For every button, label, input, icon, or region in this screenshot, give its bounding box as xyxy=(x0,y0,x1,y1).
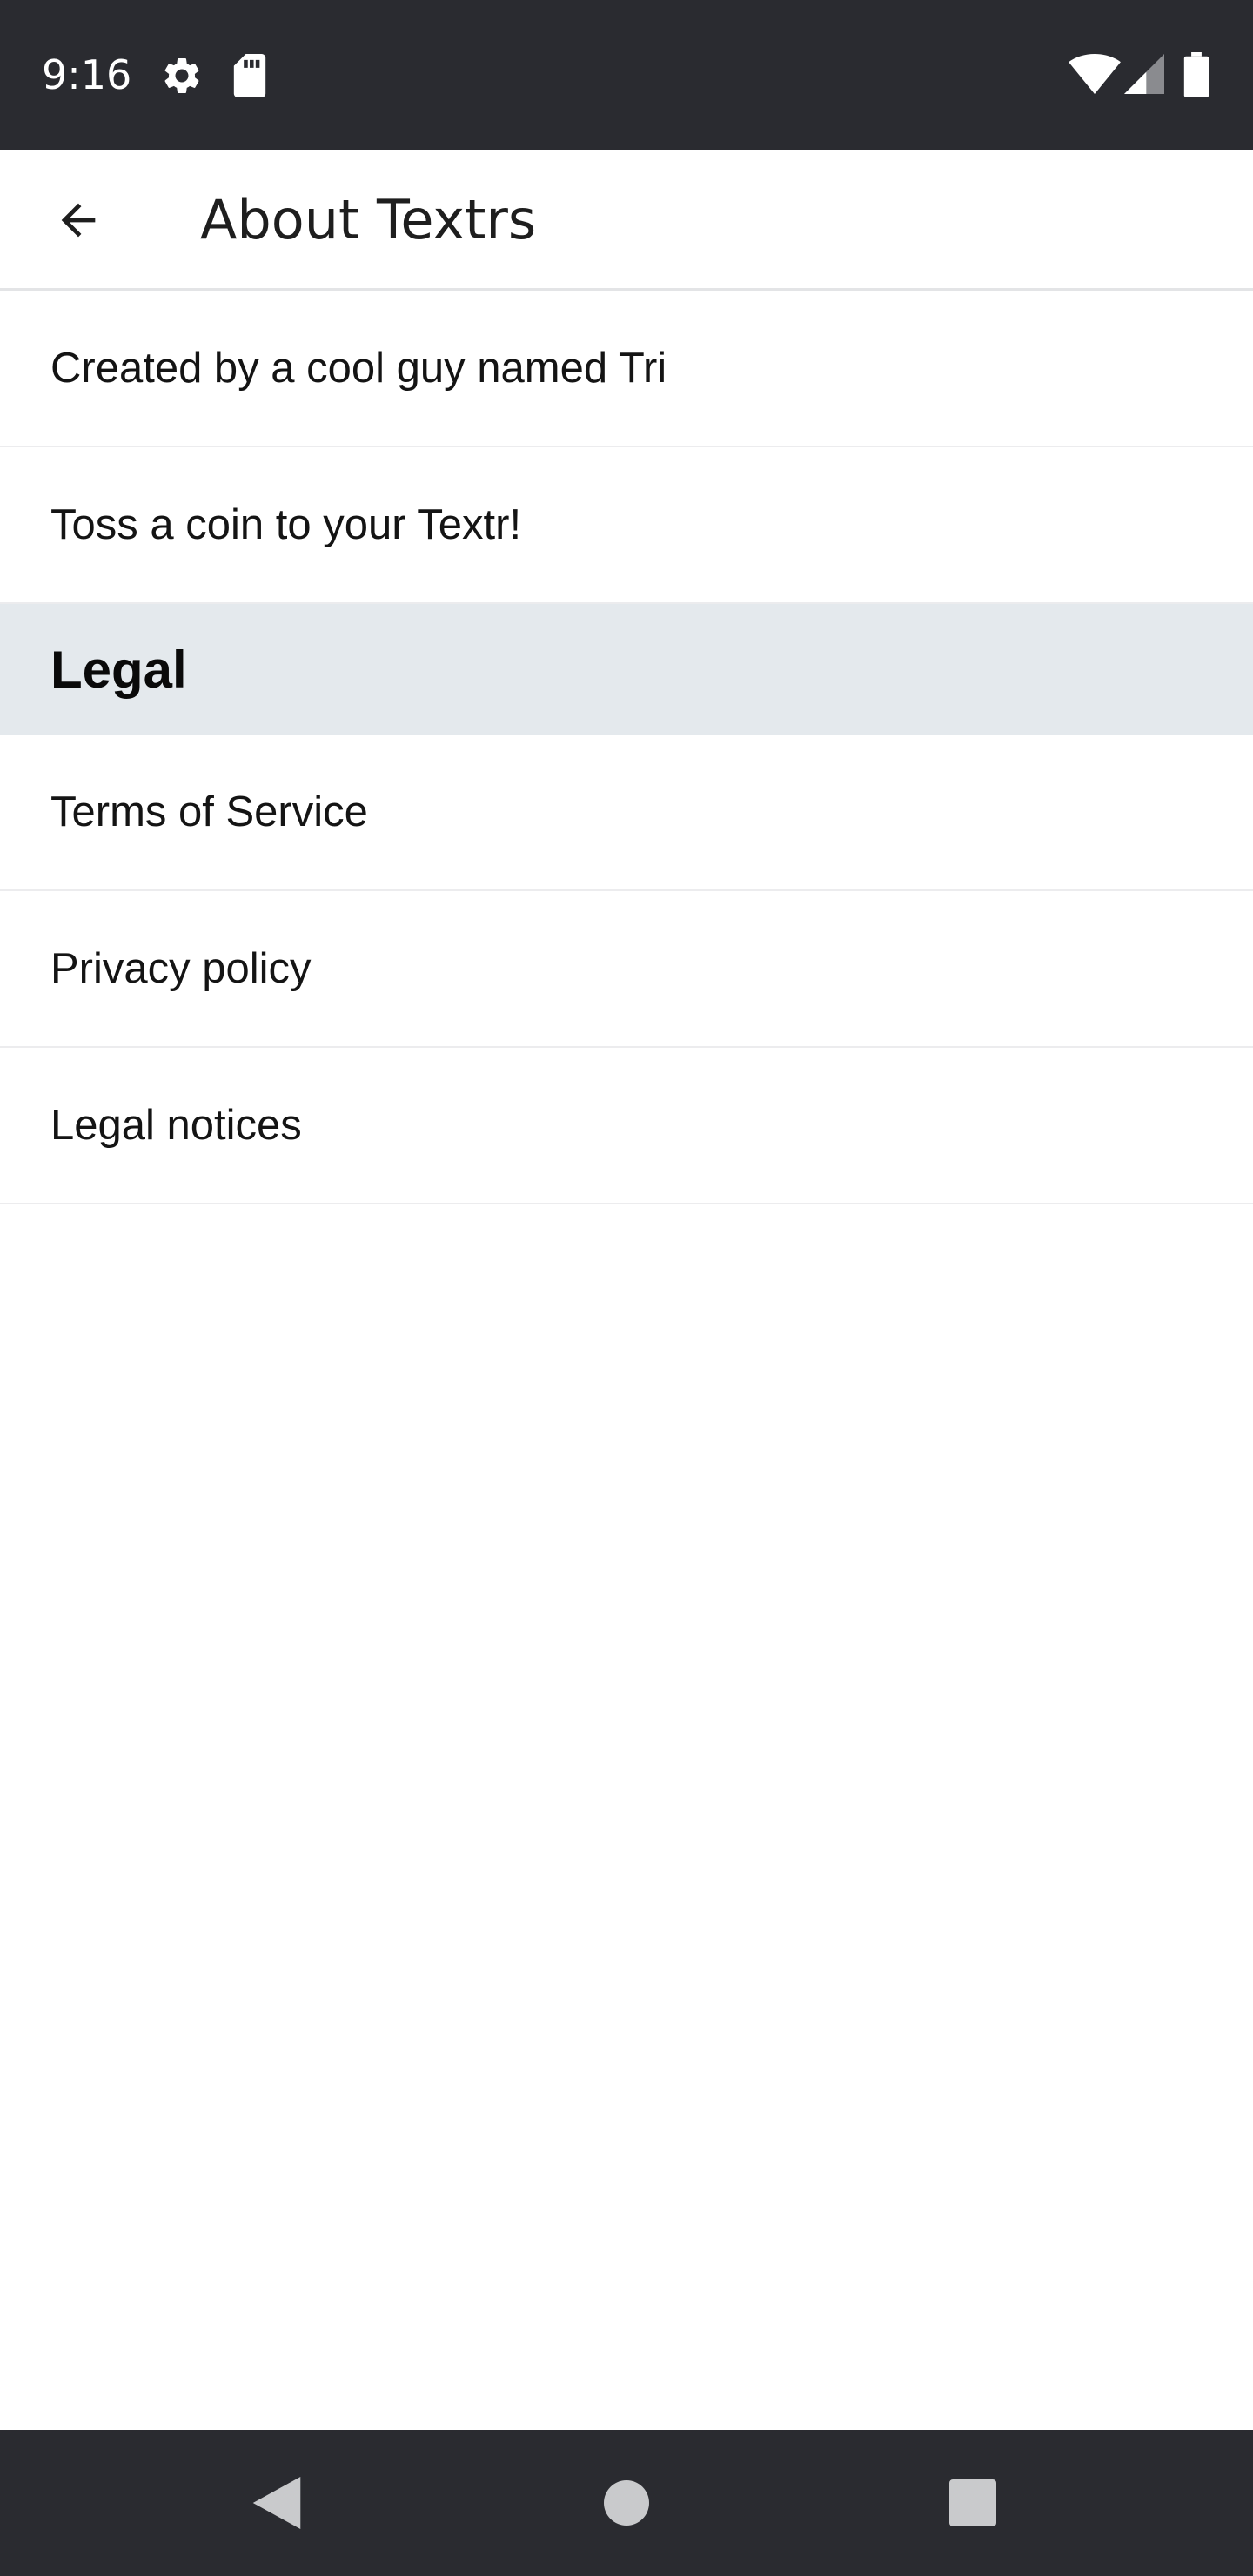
section-header-legal: Legal xyxy=(0,604,1253,735)
home-circle-icon xyxy=(604,2480,649,2526)
list-item-label: Terms of Service xyxy=(50,788,368,835)
page-title: About Textrs xyxy=(200,188,537,252)
list-item-privacy-policy[interactable]: Privacy policy xyxy=(0,891,1253,1048)
list-item-label: Created by a cool guy named Tri xyxy=(50,345,667,392)
signal-icon xyxy=(1124,54,1164,94)
app-bar: About Textrs xyxy=(0,150,1253,291)
nav-back-button[interactable] xyxy=(233,2459,320,2546)
about-list: Created by a cool guy named Tri Toss a c… xyxy=(0,291,1253,1204)
wifi-icon xyxy=(1069,54,1121,94)
battery-icon xyxy=(1183,52,1209,97)
recents-square-icon xyxy=(949,2479,996,2526)
navigation-bar xyxy=(0,2430,1253,2576)
list-item-label: Toss a coin to your Textr! xyxy=(50,501,522,548)
list-item-donate[interactable]: Toss a coin to your Textr! xyxy=(0,447,1253,604)
sd-card-icon xyxy=(233,54,266,97)
gear-icon xyxy=(164,57,199,93)
list-item-label: Legal notices xyxy=(50,1102,302,1149)
list-item-credits[interactable]: Created by a cool guy named Tri xyxy=(0,291,1253,447)
list-item-label: Privacy policy xyxy=(50,945,312,992)
nav-recents-button[interactable] xyxy=(929,2459,1016,2546)
section-header-label: Legal xyxy=(50,640,187,699)
arrow-left-icon xyxy=(61,203,96,238)
list-item-legal-notices[interactable]: Legal notices xyxy=(0,1048,1253,1204)
nav-home-button[interactable] xyxy=(583,2459,670,2546)
status-bar: 9:16 xyxy=(0,0,1253,150)
back-button[interactable] xyxy=(35,177,122,264)
status-time: 9:16 xyxy=(42,51,132,98)
back-triangle-icon xyxy=(252,2477,301,2529)
list-item-terms-of-service[interactable]: Terms of Service xyxy=(0,735,1253,891)
